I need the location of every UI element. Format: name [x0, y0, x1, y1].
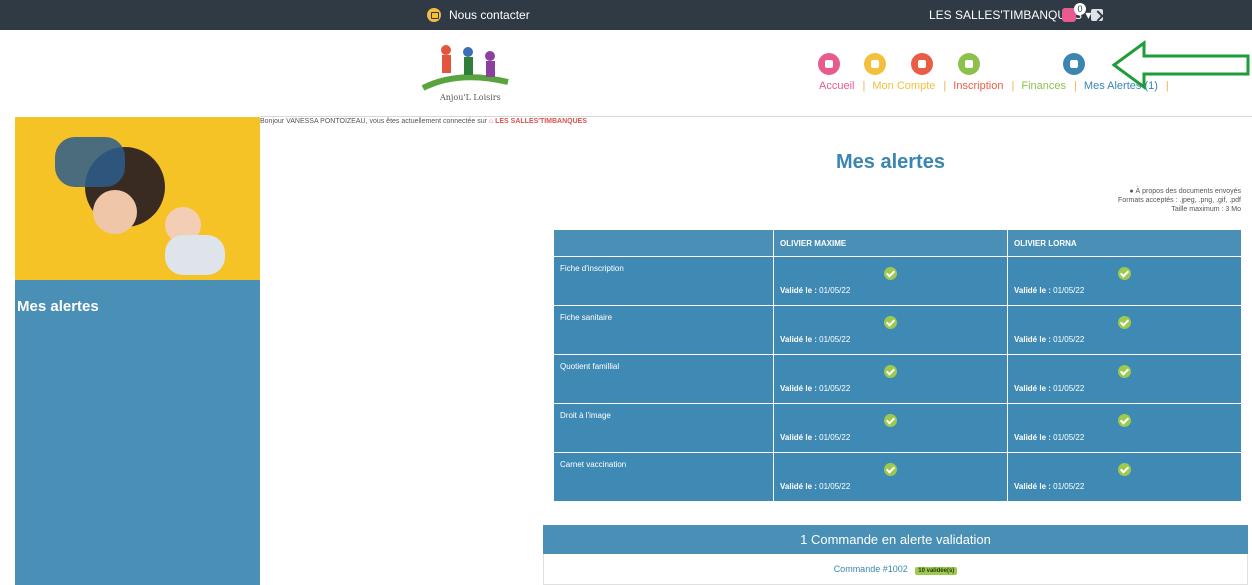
site-logo[interactable]: Anjou'L Loisirs — [418, 40, 513, 104]
valid-label: Validé le : — [1014, 286, 1051, 295]
table-row: Quotient famillial Validé le : 01/05/22 … — [553, 354, 1242, 404]
cart-count-badge: 0 — [1074, 3, 1086, 15]
valid-date: 01/05/22 — [1053, 335, 1085, 344]
valid-date: 01/05/22 — [1053, 433, 1085, 442]
annotation-arrow-icon — [1111, 40, 1250, 90]
divider — [260, 116, 1252, 117]
valid-label: Validé le : — [1014, 433, 1051, 442]
valid-label: Validé le : — [780, 335, 817, 344]
euro-icon[interactable] — [958, 53, 980, 75]
table-header-child-1: OLIVIER MAXIME — [773, 229, 1008, 257]
check-icon — [1118, 267, 1131, 280]
account-icon[interactable] — [864, 53, 886, 75]
pencil-icon[interactable] — [911, 53, 933, 75]
check-icon — [884, 463, 897, 476]
valid-label: Validé le : — [1014, 335, 1051, 344]
nav-finances[interactable]: Finances — [1021, 80, 1066, 92]
table-row: Fiche d'inscription Validé le : 01/05/22… — [553, 256, 1242, 306]
order-status-badge: 10 validée(s) — [915, 567, 958, 575]
check-icon — [1118, 365, 1131, 378]
nav-accueil[interactable]: Accueil — [819, 80, 854, 92]
status-cell[interactable]: Validé le : 01/05/22 — [773, 256, 1008, 306]
table-row: Droit à l'image Validé le : 01/05/22 Val… — [553, 403, 1242, 453]
mail-icon — [427, 8, 441, 22]
valid-date: 01/05/22 — [1053, 384, 1085, 393]
sidebar-title: Mes alertes — [17, 298, 99, 315]
doc-info-formats: Formats acceptés : .jpeg, .png, .gif, .p… — [1118, 197, 1241, 204]
check-icon — [1118, 463, 1131, 476]
table-row: Carnet vaccination Validé le : 01/05/22 … — [553, 452, 1242, 502]
current-site-link[interactable]: ⌂ LES SALLES'TIMBANQUES — [489, 118, 587, 125]
valid-date: 01/05/22 — [1053, 286, 1085, 295]
status-cell[interactable]: Validé le : 01/05/22 — [1007, 354, 1242, 404]
top-bar: Nous contacter LES SALLES'TIMBANQUES ▾ 0 — [0, 0, 1252, 30]
doc-name: Fiche sanitaire — [553, 305, 774, 355]
logout-icon[interactable] — [1091, 9, 1103, 21]
alerts-table: OLIVIER MAXIME OLIVIER LORNA Fiche d'ins… — [553, 229, 1242, 502]
nav-mon-compte[interactable]: Mon Compte — [872, 80, 935, 92]
contact-link[interactable]: Nous contacter — [427, 8, 530, 22]
valid-date: 01/05/22 — [819, 384, 851, 393]
banner-image — [15, 117, 260, 280]
doc-name: Quotient famillial — [553, 354, 774, 404]
status-cell[interactable]: Validé le : 01/05/22 — [1007, 305, 1242, 355]
valid-date: 01/05/22 — [819, 482, 851, 491]
doc-info-size: Taille maximum : 3 Mo — [1171, 206, 1241, 213]
valid-date: 01/05/22 — [819, 286, 851, 295]
status-cell[interactable]: Validé le : 01/05/22 — [773, 403, 1008, 453]
valid-date: 01/05/22 — [819, 335, 851, 344]
valid-date: 01/05/22 — [819, 433, 851, 442]
valid-label: Validé le : — [1014, 384, 1051, 393]
valid-label: Validé le : — [780, 384, 817, 393]
table-row: Fiche sanitaire Validé le : 01/05/22 Val… — [553, 305, 1242, 355]
alert-icon[interactable] — [1063, 53, 1085, 75]
status-cell[interactable]: Validé le : 01/05/22 — [1007, 403, 1242, 453]
info-icon: ● — [1129, 188, 1134, 195]
greeting-text: Bonjour VANESSA PONTOIZEAU, vous êtes ac… — [260, 118, 587, 125]
valid-date: 01/05/22 — [1053, 482, 1085, 491]
table-header-row: OLIVIER MAXIME OLIVIER LORNA — [553, 229, 1242, 257]
nav-inscription[interactable]: Inscription — [953, 80, 1003, 92]
order-link[interactable]: Commande #1002 — [834, 564, 908, 574]
valid-label: Validé le : — [780, 482, 817, 491]
doc-name: Carnet vaccination — [553, 452, 774, 502]
documents-info: ● À propos des documents envoyés Formats… — [1118, 187, 1241, 214]
greeting-message: Bonjour VANESSA PONTOIZEAU, vous êtes ac… — [260, 118, 487, 125]
check-icon — [884, 267, 897, 280]
logo-text: Anjou'L Loisirs — [439, 93, 501, 102]
status-cell[interactable]: Validé le : 01/05/22 — [1007, 452, 1242, 502]
orders-header: 1 Commande en alerte validation — [543, 525, 1248, 554]
home-icon[interactable] — [818, 53, 840, 75]
valid-label: Validé le : — [780, 286, 817, 295]
valid-label: Validé le : — [1014, 482, 1051, 491]
valid-label: Validé le : — [780, 433, 817, 442]
page-title: Mes alertes — [836, 151, 945, 173]
orders-body: Commande #1002 10 validée(s) — [543, 554, 1248, 585]
table-header-child-2: OLIVIER LORNA — [1007, 229, 1242, 257]
status-cell[interactable]: Validé le : 01/05/22 — [773, 305, 1008, 355]
check-icon — [884, 316, 897, 329]
doc-name: Fiche d'inscription — [553, 256, 774, 306]
check-icon — [884, 414, 897, 427]
check-icon — [884, 365, 897, 378]
status-cell[interactable]: Validé le : 01/05/22 — [773, 354, 1008, 404]
contact-label: Nous contacter — [449, 8, 530, 22]
sidebar-panel — [15, 280, 260, 585]
doc-name: Droit à l'image — [553, 403, 774, 453]
check-icon — [1118, 414, 1131, 427]
status-cell[interactable]: Validé le : 01/05/22 — [1007, 256, 1242, 306]
check-icon — [1118, 316, 1131, 329]
doc-info-title: À propos des documents envoyés — [1135, 188, 1241, 195]
current-site-name: LES SALLES'TIMBANQUES — [495, 118, 588, 125]
table-header-empty — [553, 229, 774, 257]
status-cell[interactable]: Validé le : 01/05/22 — [773, 452, 1008, 502]
